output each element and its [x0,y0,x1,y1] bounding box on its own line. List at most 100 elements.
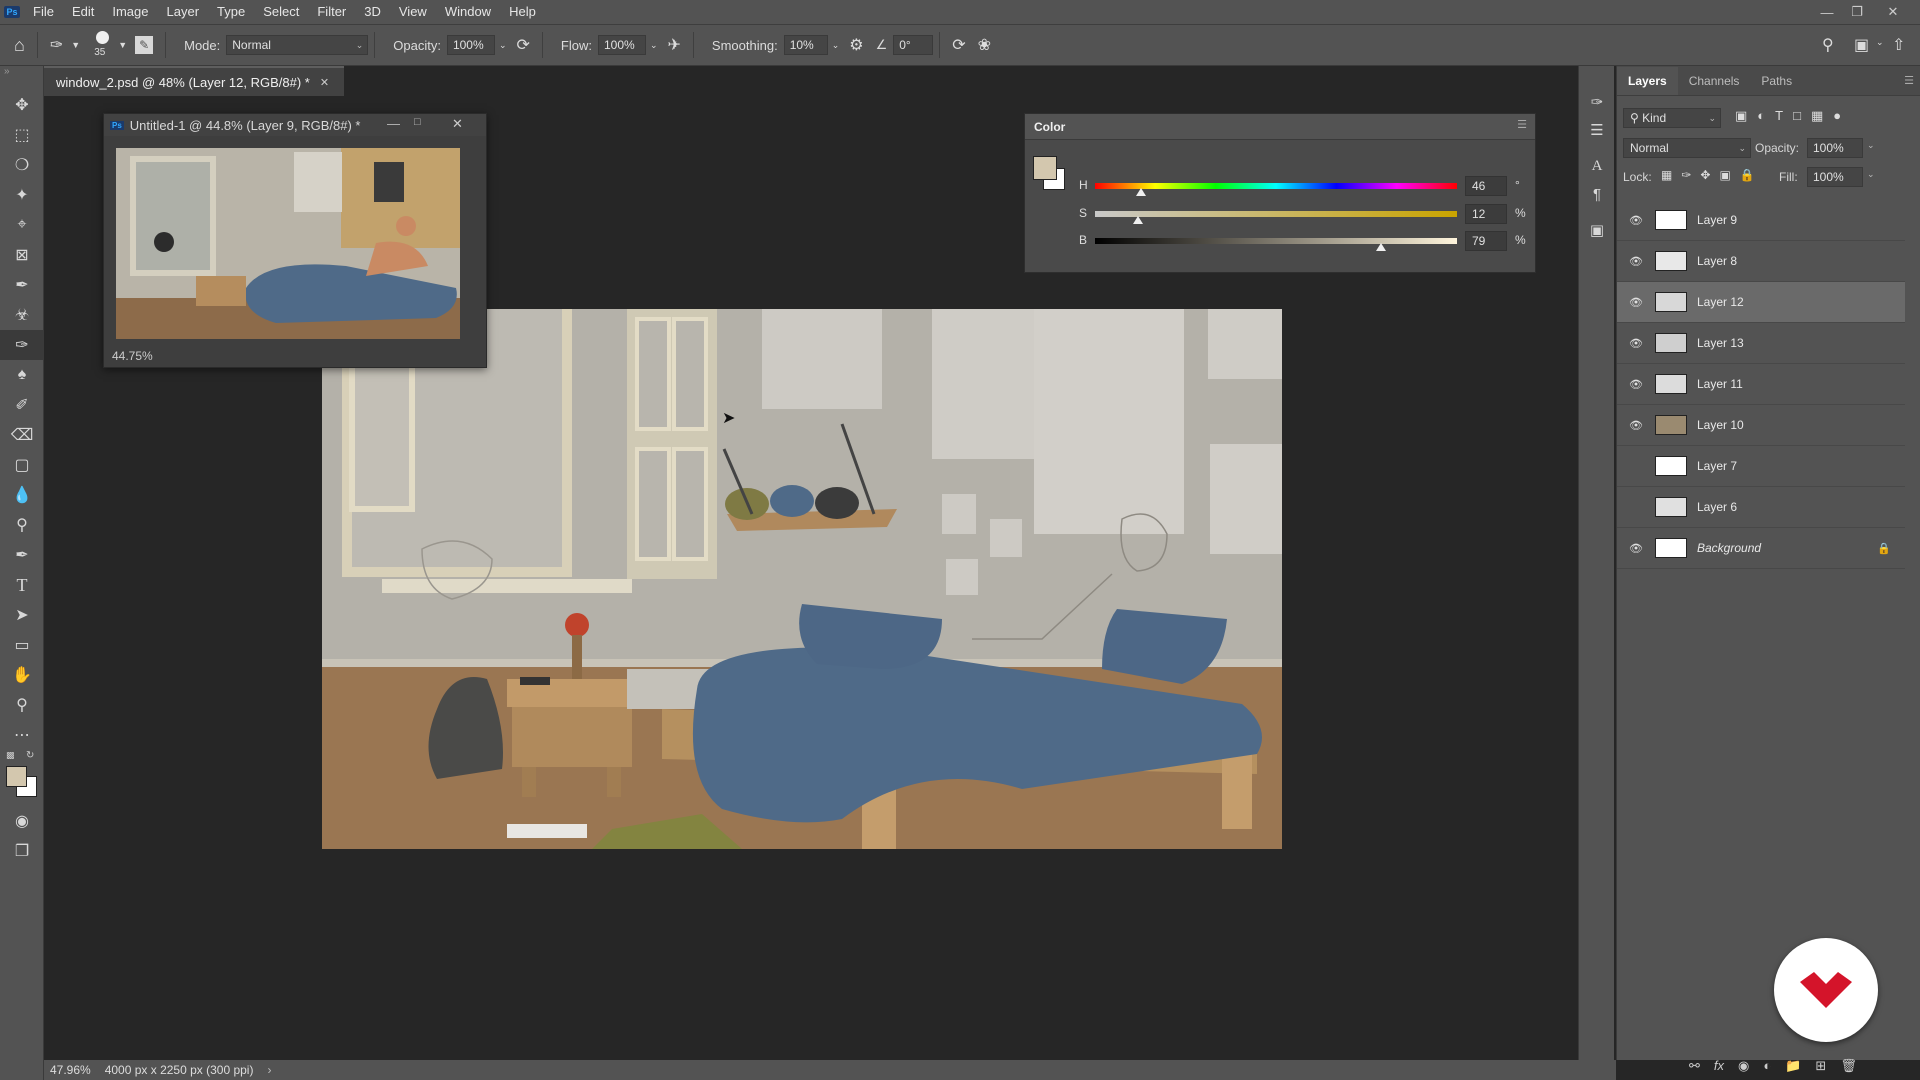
panel-collapse-icon[interactable]: » [0,66,43,90]
pressure-size-icon[interactable]: ⟳ [952,35,965,55]
hue-value-input[interactable]: 46 [1465,176,1507,196]
menu-window[interactable]: Window [436,0,500,24]
layer-row[interactable]: 👁 Layer 9 [1617,200,1905,241]
brush-tool-icon[interactable]: ✑ [0,330,44,360]
tab-channels[interactable]: Channels [1678,67,1751,95]
brightness-value-input[interactable]: 79 [1465,231,1507,251]
move-tool-icon[interactable]: ✥ [0,90,44,120]
lock-position-icon[interactable]: ✥ [1700,168,1710,182]
screen-mode-icon[interactable]: ❐ [0,836,44,866]
hue-slider-track[interactable] [1095,183,1457,189]
menu-view[interactable]: View [390,0,436,24]
fill-input[interactable]: 100% [1807,167,1863,187]
add-mask-icon[interactable]: ◉ [1738,1058,1749,1074]
panel-menu-icon[interactable]: ☰ [1517,118,1527,131]
lock-all-icon[interactable]: 🔒 [1740,168,1755,182]
home-icon[interactable]: ⌂ [14,35,25,56]
clone-stamp-icon[interactable]: ♠ [0,360,44,390]
minimize-icon[interactable]: — [387,116,400,131]
zoom-tool-icon[interactable]: ⚲ [0,690,44,720]
healing-brush-icon[interactable]: ☣ [0,300,44,330]
lock-transparency-icon[interactable]: ▦ [1661,168,1672,182]
lock-artboard-icon[interactable]: ▣ [1719,168,1730,182]
pen-tool-icon[interactable]: ✒ [0,540,44,570]
chevron-down-icon[interactable]: ⌄ [499,40,507,51]
tab-layers[interactable]: Layers [1617,67,1678,95]
blend-mode-select[interactable]: Normal ⌄ [1623,138,1751,158]
dodge-tool-icon[interactable]: ⚲ [0,510,44,540]
saturation-value-input[interactable]: 12 [1465,204,1507,224]
chevron-down-icon[interactable]: ▼ [118,40,127,50]
foreground-color-swatch[interactable] [1033,156,1057,180]
chevron-right-icon[interactable]: › [267,1063,271,1077]
menu-filter[interactable]: Filter [308,0,355,24]
flow-input[interactable]: 100% [597,35,646,55]
share-icon[interactable]: ⇧ [1892,35,1905,55]
hue-slider-handle[interactable] [1135,188,1146,196]
layer-row[interactable]: 👁 Background 🔒 [1617,528,1905,569]
brush-size-picker[interactable]: 35 [88,27,116,63]
minimize-button[interactable]: — [1812,0,1842,24]
layer-filter-select[interactable]: ⚲ Kind ⌄ [1623,108,1721,128]
new-group-icon[interactable]: 📁 [1785,1058,1801,1074]
mode-select[interactable]: Normal ⌄ [226,35,369,55]
eye-icon[interactable]: 👁 [1623,255,1649,268]
document-tab[interactable]: window_2.psd @ 48% (Layer 12, RGB/8#) * … [44,66,344,96]
adjustments-panel-icon[interactable]: ☰ [1579,116,1615,144]
magic-wand-icon[interactable]: ✦ [0,180,44,210]
menu-help[interactable]: Help [500,0,545,24]
layer-row[interactable]: Layer 7 [1617,446,1905,487]
search-icon[interactable]: ⚲ [1822,35,1834,55]
lasso-tool-icon[interactable]: ❍ [0,150,44,180]
layer-row[interactable]: 👁 Layer 8 [1617,241,1905,282]
restore-button[interactable]: ❐ [1842,0,1872,24]
shape-filter-icon[interactable]: □ [1793,108,1801,124]
eye-icon[interactable]: 👁 [1623,542,1649,555]
paragraph-panel-icon[interactable]: ¶ [1579,180,1615,208]
eye-icon[interactable]: 👁 [1623,419,1649,432]
chevron-down-icon[interactable]: ⌄ [832,40,840,51]
menu-3d[interactable]: 3D [355,0,390,24]
menu-select[interactable]: Select [254,0,308,24]
airbrush-icon[interactable]: ✈ [668,35,681,55]
layer-opacity-input[interactable]: 100% [1807,138,1863,158]
canvas[interactable] [322,309,1282,849]
brightness-slider-track[interactable] [1095,238,1457,244]
adjustment-layer-icon[interactable]: ◐ [1763,1058,1771,1074]
layer-row[interactable]: 👁 Layer 10 [1617,405,1905,446]
brush-settings-icon[interactable]: ✎ [135,36,154,54]
chevron-down-icon[interactable]: ⌄ [1867,140,1875,151]
type-filter-icon[interactable]: T [1775,108,1783,124]
brightness-slider-handle[interactable] [1375,243,1386,251]
rectangle-tool-icon[interactable]: ▭ [0,630,44,660]
menu-file[interactable]: File [24,0,63,24]
delete-layer-icon[interactable]: 🗑 [1840,1058,1857,1074]
default-colors-icon[interactable]: ▩ [6,750,15,761]
crop-tool-icon[interactable]: ⌖ [0,210,44,240]
maximize-icon[interactable]: □ [414,116,421,128]
floating-window-titlebar[interactable]: Ps Untitled-1 @ 44.8% (Layer 9, RGB/8#) … [104,114,486,136]
filter-toggle-icon[interactable]: ● [1833,108,1841,124]
chevron-down-icon[interactable]: ⌄ [650,40,658,51]
adjustment-filter-icon[interactable]: ◐ [1757,108,1765,124]
foreground-color-swatch[interactable] [6,766,27,787]
status-zoom[interactable]: 47.96% [50,1063,91,1077]
brush-settings-panel-icon[interactable]: ✑ [1579,88,1615,116]
swap-colors-icon[interactable]: ↻ [26,750,34,761]
path-selection-icon[interactable]: ➤ [0,600,44,630]
chevron-down-icon[interactable]: ▼ [71,40,80,50]
layer-row[interactable]: 👁 Layer 11 [1617,364,1905,405]
layer-row[interactable]: Layer 6 [1617,487,1905,528]
libraries-panel-icon[interactable]: ▣ [1579,216,1615,244]
layer-effects-icon[interactable]: fx [1714,1058,1724,1074]
chevron-down-icon[interactable]: ⌄ [1876,37,1884,48]
pixel-filter-icon[interactable]: ▣ [1735,108,1747,124]
menu-layer[interactable]: Layer [158,0,209,24]
tab-paths[interactable]: Paths [1750,67,1803,95]
symmetry-icon[interactable]: ❀ [978,35,991,55]
hand-tool-icon[interactable]: ✋ [0,660,44,690]
gear-icon[interactable]: ⚙ [849,35,863,55]
marquee-tool-icon[interactable]: ⬚ [0,120,44,150]
close-icon[interactable]: ✕ [320,76,329,89]
workspace-icon[interactable]: ▣ [1854,35,1869,55]
